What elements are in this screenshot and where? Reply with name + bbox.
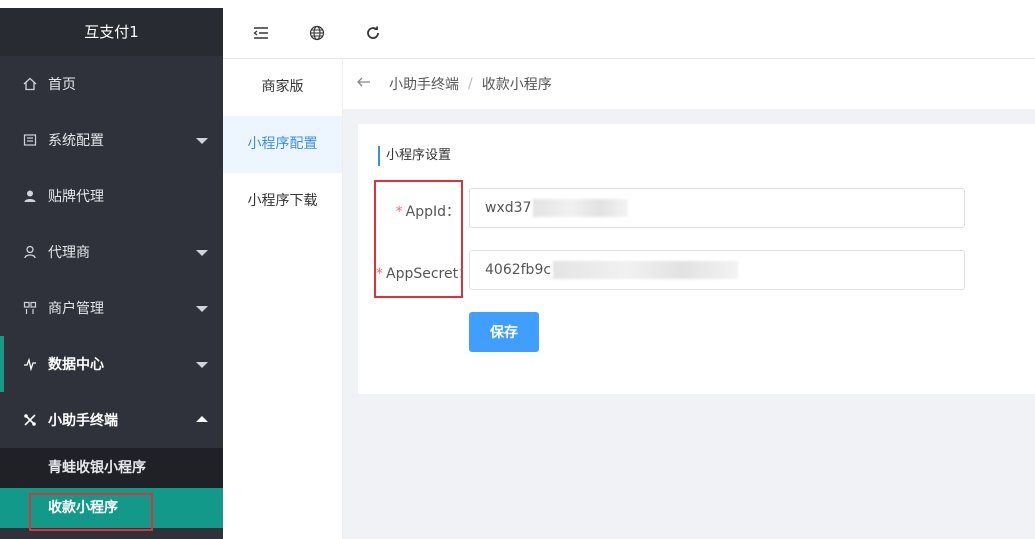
subnav-item-miniapp-config[interactable]: 小程序配置 — [223, 116, 342, 173]
appid-value: wxd37 — [485, 200, 532, 216]
sidebar-item-label: 首页 — [48, 77, 76, 93]
grid-icon — [22, 300, 38, 316]
active-indicator — [0, 336, 4, 392]
brand-title: 互支付1 — [0, 8, 223, 56]
top-strip — [0, 0, 1035, 8]
sidebar-item-label: 系统配置 — [48, 133, 104, 149]
user-icon — [22, 188, 38, 204]
sidebar-item-agent[interactable]: 代理商 — [0, 224, 223, 280]
sidebar-item-label: 小助手终端 — [48, 413, 118, 429]
app-window: 互支付1 首页 系统配置 贴牌代理 代理商 商户管理 数据中心 小助手终端 青蛙… — [0, 0, 1035, 539]
appsecret-input[interactable]: 4062fb9c — [469, 250, 965, 290]
appid-input[interactable]: wxd37 — [469, 188, 965, 228]
chevron-down-icon — [196, 362, 208, 368]
chevron-down-icon — [196, 250, 208, 256]
pulse-icon — [22, 356, 38, 372]
sidebar-item-home[interactable]: 首页 — [0, 56, 223, 112]
appsecret-value: 4062fb9c — [485, 262, 552, 278]
chevron-down-icon — [196, 138, 208, 144]
breadcrumb: 小助手终端 / 收款小程序 — [343, 59, 1035, 109]
save-button[interactable]: 保存 — [469, 312, 539, 352]
sidebar-item-label: 代理商 — [48, 245, 90, 261]
subnav-item-miniapp-download[interactable]: 小程序下载 — [223, 173, 342, 230]
redaction-blur — [553, 261, 739, 279]
sidebar-item-assistant[interactable]: 小助手终端 — [0, 392, 223, 448]
card-title: 小程序设置 — [378, 146, 451, 166]
subnav-item-merchant-edition[interactable]: 商家版 — [223, 59, 342, 116]
menu-fold-icon[interactable] — [249, 21, 273, 45]
settings-icon — [22, 132, 38, 148]
breadcrumb-separator: / — [468, 76, 473, 92]
chevron-up-icon — [196, 416, 208, 422]
sidebar-item-data-center[interactable]: 数据中心 — [0, 336, 223, 392]
person-icon — [22, 244, 38, 260]
highlight-box-labels — [374, 180, 463, 298]
tools-icon — [22, 412, 38, 428]
highlight-box-sidebar — [29, 493, 153, 531]
sidebar-item-label: 贴牌代理 — [48, 189, 104, 205]
top-toolbar — [223, 8, 1035, 59]
breadcrumb-item-current: 收款小程序 — [481, 77, 552, 93]
sidebar-item-system-config[interactable]: 系统配置 — [0, 112, 223, 168]
breadcrumb-item-assistant[interactable]: 小助手终端 — [389, 74, 459, 94]
sidebar-item-label: 数据中心 — [48, 357, 104, 373]
home-icon — [22, 76, 38, 92]
globe-icon[interactable] — [305, 21, 329, 45]
chevron-down-icon — [196, 306, 208, 312]
refresh-icon[interactable] — [361, 21, 385, 45]
sidebar-item-label: 商户管理 — [48, 301, 104, 317]
sidebar: 互支付1 首页 系统配置 贴牌代理 代理商 商户管理 数据中心 小助手终端 青蛙… — [0, 8, 223, 539]
sub-navigation: 商家版 小程序配置 小程序下载 — [223, 59, 343, 539]
redaction-blur — [533, 199, 629, 217]
sidebar-item-brand-agent[interactable]: 贴牌代理 — [0, 168, 223, 224]
sidebar-subitem-frog-cashier[interactable]: 青蛙收银小程序 — [0, 448, 223, 488]
back-arrow-icon[interactable] — [357, 76, 371, 92]
sidebar-item-merchant[interactable]: 商户管理 — [0, 280, 223, 336]
